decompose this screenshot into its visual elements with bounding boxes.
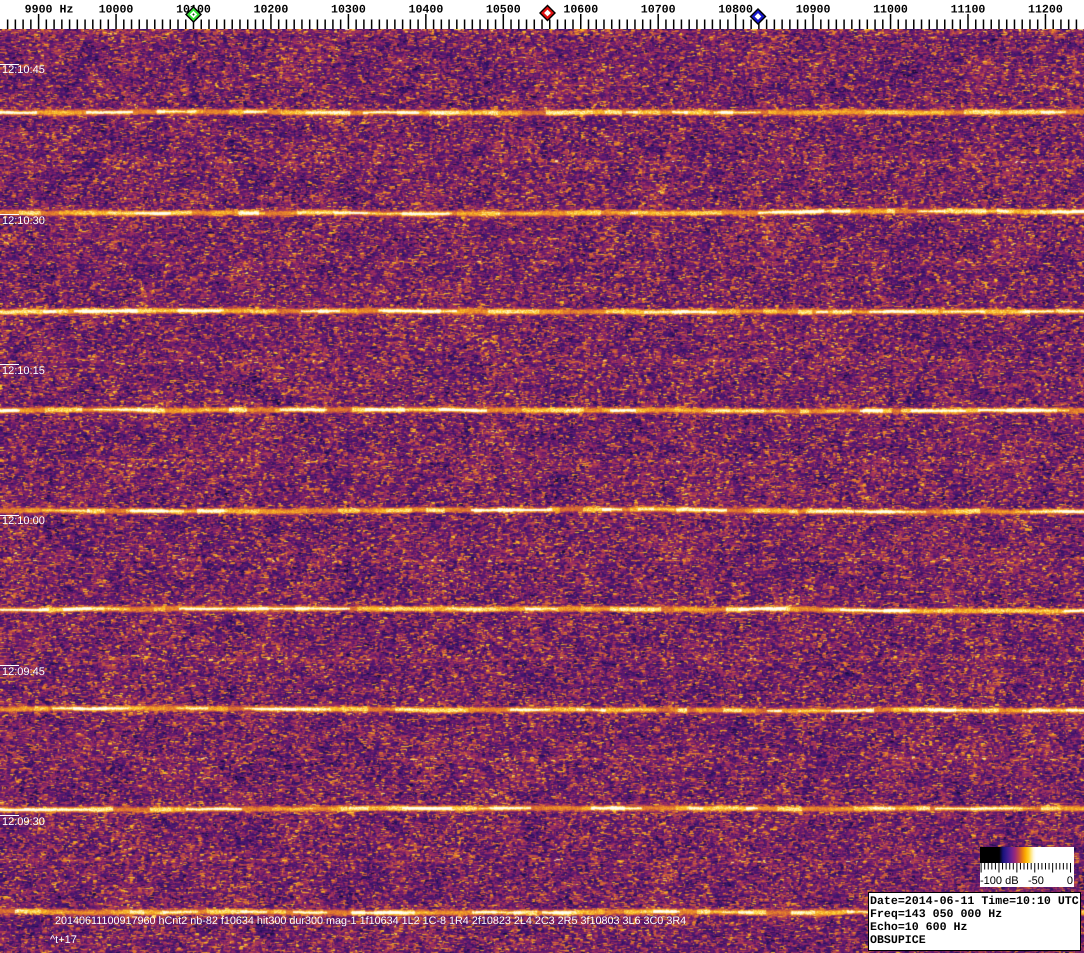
svg-text:Hz: Hz (60, 3, 74, 16)
svg-text:11200: 11200 (1028, 3, 1063, 16)
svg-text:10700: 10700 (641, 3, 676, 16)
svg-text:10800: 10800 (718, 3, 753, 16)
svg-text:11000: 11000 (873, 3, 908, 16)
svg-text:10300: 10300 (331, 3, 366, 16)
svg-text:9900: 9900 (25, 3, 53, 16)
svg-text:10600: 10600 (563, 3, 598, 16)
svg-text:11100: 11100 (951, 3, 986, 16)
svg-text:10900: 10900 (796, 3, 831, 16)
svg-text:10500: 10500 (486, 3, 521, 16)
svg-text:10000: 10000 (99, 3, 134, 16)
svg-text:10400: 10400 (409, 3, 444, 16)
svg-text:10200: 10200 (254, 3, 289, 16)
